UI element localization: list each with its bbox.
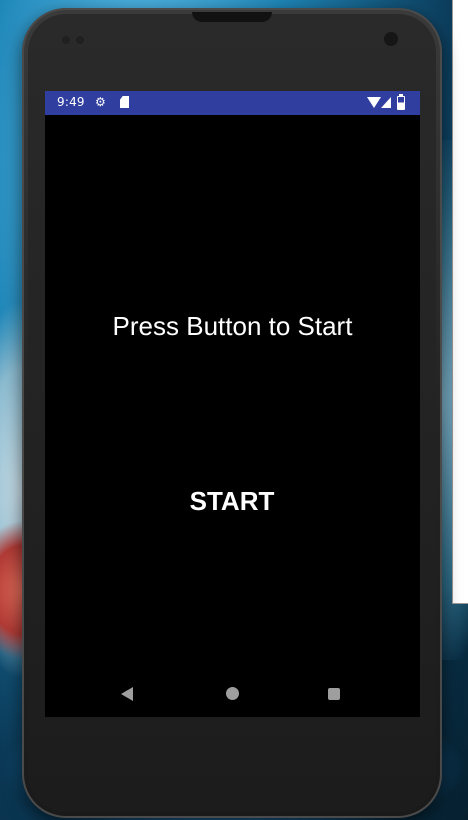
back-icon[interactable] bbox=[121, 687, 133, 701]
start-button[interactable]: START bbox=[162, 476, 302, 526]
signal-icon bbox=[381, 97, 391, 108]
device-screen: 9:49 ⚙ Press Button to Start START bbox=[45, 91, 420, 717]
recents-icon[interactable] bbox=[328, 688, 340, 700]
gear-icon: ⚙ bbox=[95, 95, 106, 109]
proximity-sensors bbox=[62, 36, 92, 46]
navigation-bar bbox=[45, 669, 420, 717]
earpiece-speaker bbox=[192, 12, 272, 22]
wifi-icon bbox=[367, 97, 381, 108]
phone-frame: 9:49 ⚙ Press Button to Start START bbox=[22, 8, 442, 818]
front-camera bbox=[384, 32, 398, 46]
sensor-dot bbox=[76, 36, 84, 44]
battery-icon bbox=[397, 94, 405, 110]
sensor-dot bbox=[62, 36, 70, 44]
status-time: 9:49 bbox=[57, 95, 85, 109]
start-prompt-text: Press Button to Start bbox=[112, 311, 353, 341]
side-panel-edge bbox=[452, 0, 468, 604]
sd-card-icon bbox=[120, 96, 129, 108]
status-bar: 9:49 ⚙ bbox=[45, 91, 420, 115]
home-icon[interactable] bbox=[226, 687, 239, 700]
